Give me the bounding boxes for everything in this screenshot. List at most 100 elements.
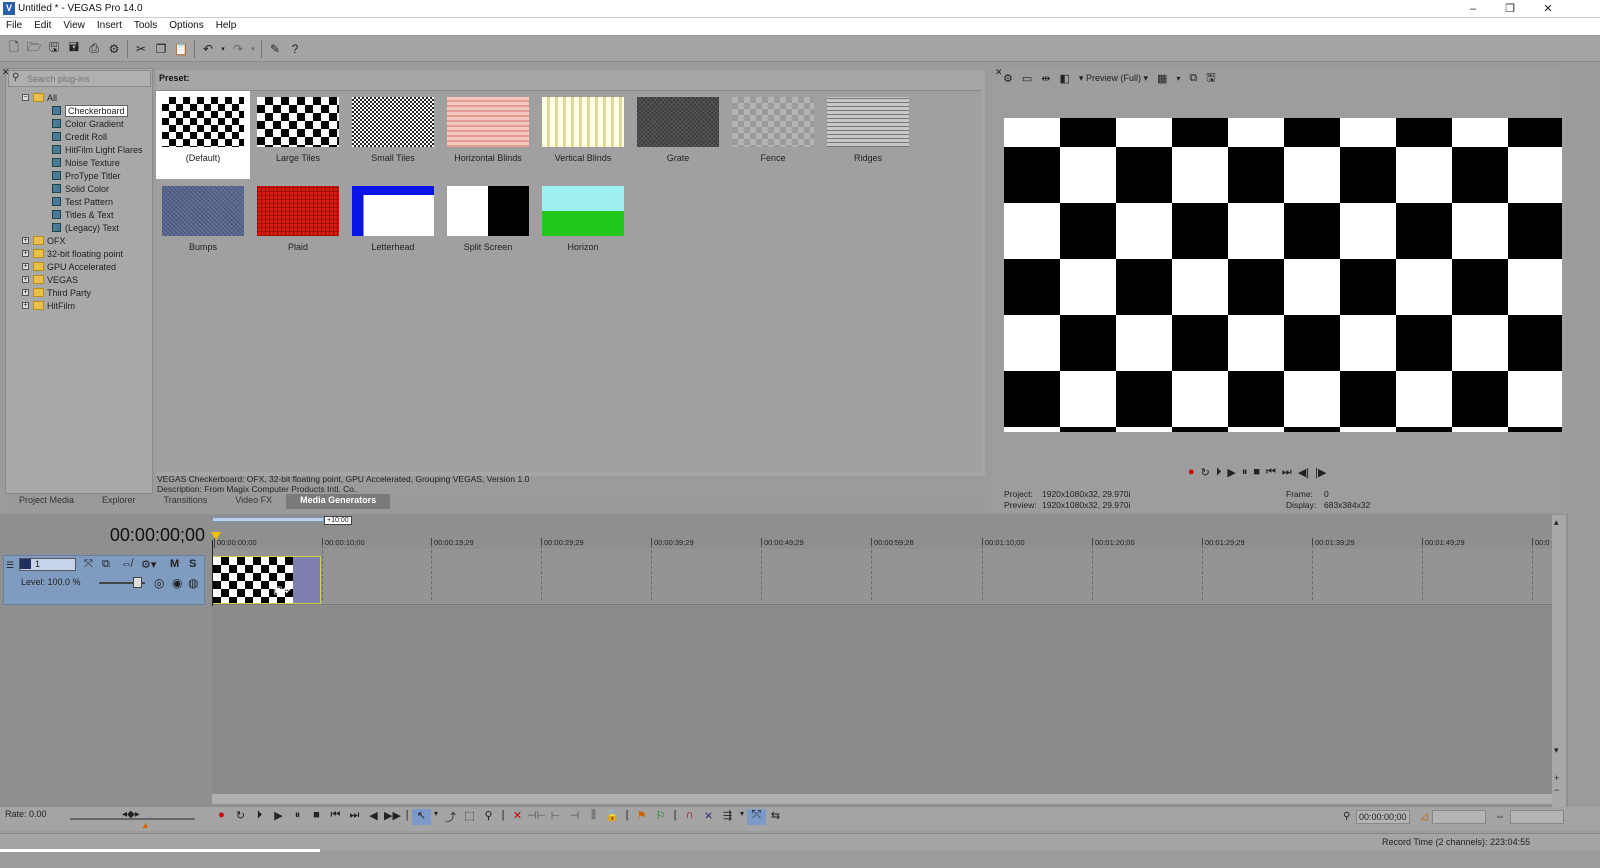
preview-properties-icon[interactable]: ⚙ [1003, 72, 1013, 85]
preset-bumps[interactable]: Bumps [156, 180, 250, 268]
snapping-icon[interactable]: ∩ [680, 809, 699, 825]
tree-item-noise-texture[interactable]: Noise Texture [52, 156, 120, 169]
tree-folder-vegas[interactable]: + VEGAS [22, 273, 78, 286]
restore-button[interactable]: ❐ [1492, 1, 1528, 17]
solo-button[interactable]: S [189, 558, 196, 570]
preview-close-icon[interactable]: ✕ [995, 67, 1003, 78]
play-icon[interactable]: ▶ [1227, 466, 1235, 482]
split-screen-view-icon[interactable]: ⇹ [1041, 72, 1050, 85]
lock-envelopes-icon[interactable]: 🔒 [603, 809, 622, 825]
zoom-in-icon[interactable]: + [1554, 773, 1559, 783]
timeline-horizontal-scrollbar[interactable] [212, 794, 1552, 804]
record-icon[interactable]: ● [1188, 466, 1195, 482]
minimize-button[interactable]: – [1455, 1, 1491, 17]
composite-parent-icon[interactable]: ◎ [154, 576, 164, 590]
paste-icon[interactable]: 📋 [171, 39, 191, 59]
tab-media-generators[interactable]: Media Generators [286, 494, 391, 509]
cut-icon[interactable]: ✂ [131, 39, 151, 59]
timeline-timecode[interactable]: 00:00:00;00 [60, 525, 205, 546]
tree-item-protype-titler[interactable]: ProType Titler [52, 169, 121, 182]
loop-playback-icon[interactable]: ↻ [231, 809, 250, 825]
edit-tool-dropdown-icon[interactable]: ▾ [431, 809, 441, 825]
timeline-vertical-scrollbar[interactable]: ▴ ▾ + − [1552, 515, 1566, 807]
expand-icon[interactable]: + [22, 263, 29, 270]
preset-grate[interactable]: Grate [631, 91, 725, 179]
tab-video-fx[interactable]: Video FX [221, 494, 286, 509]
menu-file[interactable]: File [0, 18, 28, 35]
preset-ridges[interactable]: Ridges [821, 91, 915, 179]
trim-end-icon[interactable]: ⊣ [565, 809, 584, 825]
video-track-header[interactable]: ☰ 1 ⤧ ⧉ ⇎ ⚙▾ M S Level: 100.0 % ◎ ◉ ◍ [3, 555, 205, 605]
play-from-start-icon[interactable]: ⏵ [250, 809, 269, 825]
envelope-edit-tool-icon[interactable]: ⤴ [441, 809, 460, 825]
track-motion-icon[interactable]: ⤧ [84, 558, 93, 571]
go-to-start-icon[interactable]: ⏮ [326, 809, 345, 825]
insert-marker-icon[interactable]: ⚑ [632, 809, 651, 825]
menu-edit[interactable]: Edit [28, 18, 57, 35]
preset-large-tiles[interactable]: Large Tiles [251, 91, 345, 179]
plugin-search-box[interactable]: ⚲ [8, 70, 151, 87]
tab-explorer[interactable]: Explorer [88, 494, 150, 509]
playhead-marker[interactable] [211, 532, 221, 540]
delete-icon[interactable]: ✕ [508, 809, 527, 825]
stop-icon[interactable]: ■ [1253, 466, 1260, 482]
preset-small-tiles[interactable]: Small Tiles [346, 91, 440, 179]
pause-icon[interactable]: ⏸ [288, 809, 307, 825]
save-snapshot-icon[interactable]: 🖫 [1206, 69, 1215, 88]
tree-item-checkerboard[interactable]: Checkerboard [52, 104, 128, 117]
pause-icon[interactable]: ⏸ [1242, 466, 1248, 482]
zoom-edit-tool-icon[interactable]: ⚲ [479, 809, 498, 825]
timeline-zoom-icon[interactable]: ⇔ [1495, 811, 1505, 822]
tree-folder-gpu[interactable]: + GPU Accelerated [22, 260, 116, 273]
compositing-mode-icon[interactable]: ⧉ [102, 558, 110, 571]
overlays-icon[interactable]: ◧ [1060, 72, 1070, 85]
preset-horizon[interactable]: Horizon [536, 180, 630, 268]
preset-horizontal-blinds[interactable]: Horizontal Blinds [441, 91, 535, 179]
event-pan-crop-icon[interactable]: ▣✥ [273, 585, 291, 596]
split-icon[interactable]: ⫼ [584, 809, 603, 825]
expand-icon[interactable]: + [22, 289, 29, 296]
grid-dropdown-icon[interactable]: ▾ [1176, 74, 1180, 83]
tree-folder-third-party[interactable]: + Third Party [22, 286, 91, 299]
open-icon[interactable]: 🗁 [24, 39, 44, 59]
tree-item-legacy-text[interactable]: (Legacy) Text [52, 221, 119, 234]
save-as-icon[interactable]: 🖬 [64, 39, 84, 59]
rate-slider-thumb[interactable]: ◂◆▸ [122, 809, 140, 820]
loop-region-badge[interactable]: +10:00 [324, 516, 352, 525]
scroll-down-icon[interactable]: ▾ [1554, 745, 1559, 756]
redo-dropdown-icon[interactable]: ▾ [248, 39, 258, 59]
expand-icon[interactable]: + [22, 237, 29, 244]
loop-region-bar[interactable] [212, 517, 324, 522]
play-from-start-icon[interactable]: ⏵ [1216, 466, 1222, 482]
auto-ripple-dropdown-icon[interactable]: ▾ [737, 809, 747, 825]
close-button[interactable]: ✕ [1530, 1, 1566, 17]
selection-length-field[interactable] [1432, 810, 1486, 824]
preview-quality-dropdown[interactable]: ▾ Preview (Full) ▾ [1079, 73, 1148, 84]
render-as-icon[interactable]: ⎙ [84, 39, 104, 59]
lock-envelopes-to-events-icon[interactable]: ⇆ [766, 809, 785, 825]
zoom-out-icon[interactable]: − [1554, 785, 1559, 795]
video-track-lane[interactable] [212, 545, 1552, 605]
tree-folder-32bit[interactable]: +32-bit floating point [22, 247, 123, 260]
grid-icon[interactable]: ▦ [1157, 72, 1167, 85]
stop-icon[interactable]: ■ [307, 809, 326, 825]
tree-item-hitfilm-light-flares[interactable]: HitFilm Light Flares [52, 143, 143, 156]
plugin-search-input[interactable] [27, 72, 147, 85]
menu-options[interactable]: Options [163, 18, 209, 35]
track-collapse-icon[interactable]: ☰ [6, 560, 14, 571]
auto-ripple-icon[interactable]: ⇶ [718, 809, 737, 825]
ignore-event-grouping-icon[interactable]: ⤲ [747, 809, 766, 825]
track-fx-icon[interactable]: ⇎ [121, 558, 132, 570]
tree-item-solid-color[interactable]: Solid Color [52, 182, 109, 195]
preset-default[interactable]: (Default) [156, 91, 250, 179]
previous-frame-icon[interactable]: ◀ [364, 809, 383, 825]
record-icon[interactable]: ● [212, 809, 231, 825]
next-frame-icon[interactable]: |▶ [1315, 466, 1326, 482]
properties-icon[interactable]: ⚙ [104, 39, 124, 59]
timeline-zoom-field[interactable] [1510, 810, 1564, 824]
scroll-up-icon[interactable]: ▴ [1554, 517, 1559, 528]
tree-item-credit-roll[interactable]: Credit Roll [52, 130, 107, 143]
preset-split-screen[interactable]: Split Screen [441, 180, 535, 268]
save-icon[interactable]: 🖫 [44, 39, 64, 59]
collapse-icon[interactable]: − [22, 94, 29, 101]
